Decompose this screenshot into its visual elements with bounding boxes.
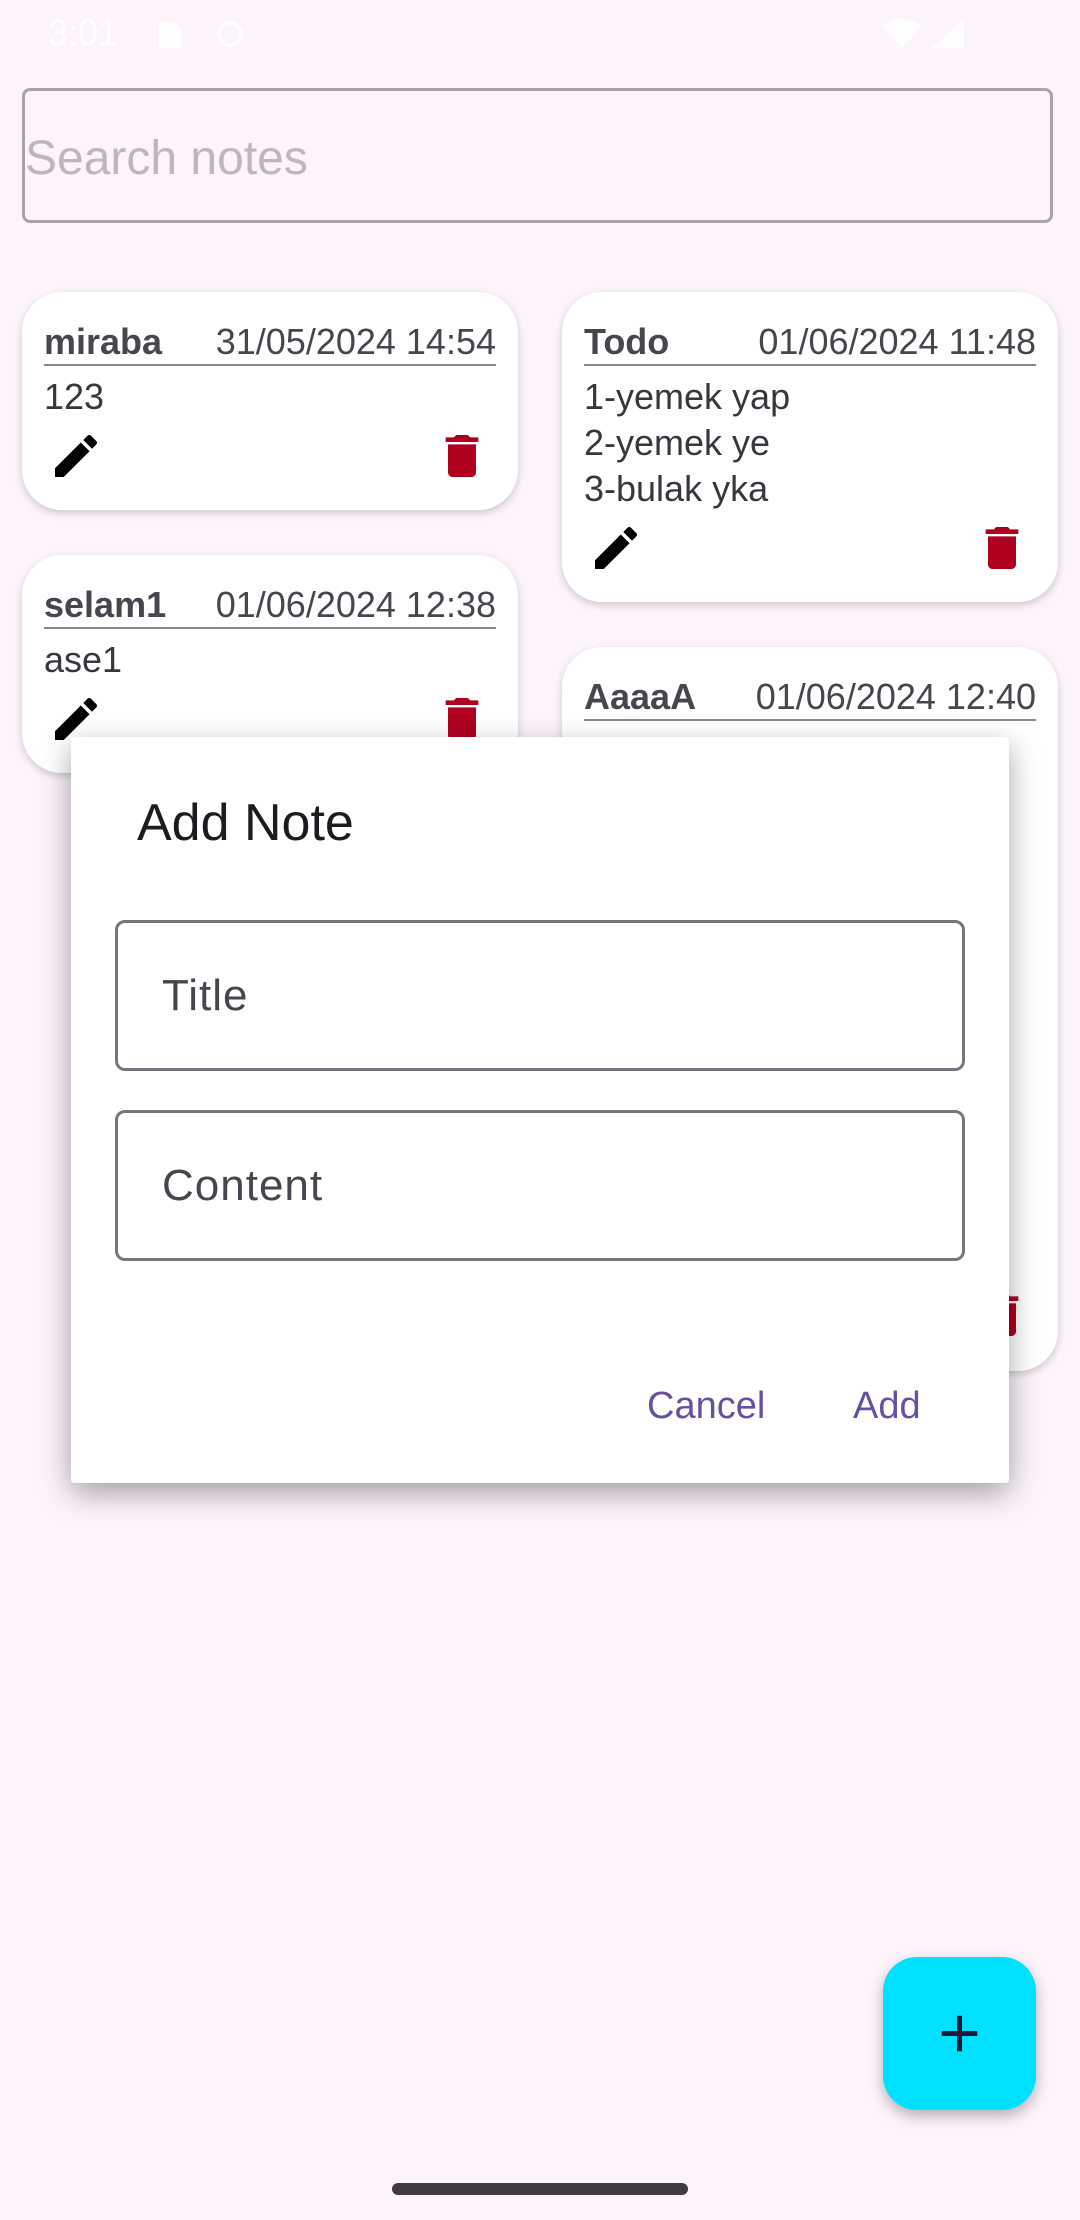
cancel-button[interactable]: Cancel <box>647 1385 765 1428</box>
pencil-icon[interactable] <box>588 520 644 576</box>
note-card[interactable]: Todo 01/06/2024 11:48 1-yemek yap 2-yeme… <box>562 292 1058 602</box>
add-note-dialog: Add Note Title Content Cancel Add <box>71 737 1009 1483</box>
sim-card-icon <box>159 22 181 48</box>
note-date: 01/06/2024 12:38 <box>215 584 496 625</box>
note-title: AaaaA <box>584 676 697 717</box>
trash-icon[interactable] <box>974 520 1030 576</box>
note-content: 1-yemek yap 2-yemek ye 3-bulak yka <box>584 376 791 509</box>
search-placeholder: Search notes <box>25 132 308 185</box>
plus-icon <box>941 2015 978 2052</box>
wifi-icon <box>882 19 922 48</box>
search-input[interactable]: Search notes <box>22 88 1053 223</box>
title-field[interactable]: Title <box>115 920 965 1071</box>
note-date: 31/05/2024 14:54 <box>215 321 496 362</box>
content-field-label: Content <box>162 1161 324 1210</box>
status-bar: 3:01 <box>0 0 1080 70</box>
note-title: Todo <box>584 321 670 362</box>
add-button[interactable]: Add <box>853 1385 921 1428</box>
note-header: miraba 31/05/2024 14:54 <box>44 320 496 366</box>
status-time: 3:01 <box>48 12 119 53</box>
note-date: 01/06/2024 11:48 <box>758 321 1036 362</box>
note-card[interactable]: miraba 31/05/2024 14:54 123 <box>22 292 518 510</box>
dialog-title: Add Note <box>137 794 354 852</box>
note-date: 01/06/2024 12:40 <box>755 676 1036 717</box>
note-header: Todo 01/06/2024 11:48 <box>584 320 1036 366</box>
title-field-label: Title <box>162 971 249 1020</box>
signal-icon <box>932 20 964 48</box>
trash-icon[interactable] <box>434 428 490 484</box>
note-content: 123 <box>44 376 105 417</box>
add-note-fab[interactable] <box>883 1957 1036 2110</box>
sync-icon <box>217 21 243 47</box>
home-indicator[interactable] <box>392 2183 688 2195</box>
note-title: miraba <box>44 321 163 362</box>
note-title: selam1 <box>44 584 167 625</box>
note-header: AaaaA 01/06/2024 12:40 <box>584 675 1036 721</box>
content-field[interactable]: Content <box>115 1110 965 1261</box>
note-content: ase1 <box>44 639 123 680</box>
note-header: selam1 01/06/2024 12:38 <box>44 583 496 629</box>
pencil-icon[interactable] <box>48 428 104 484</box>
